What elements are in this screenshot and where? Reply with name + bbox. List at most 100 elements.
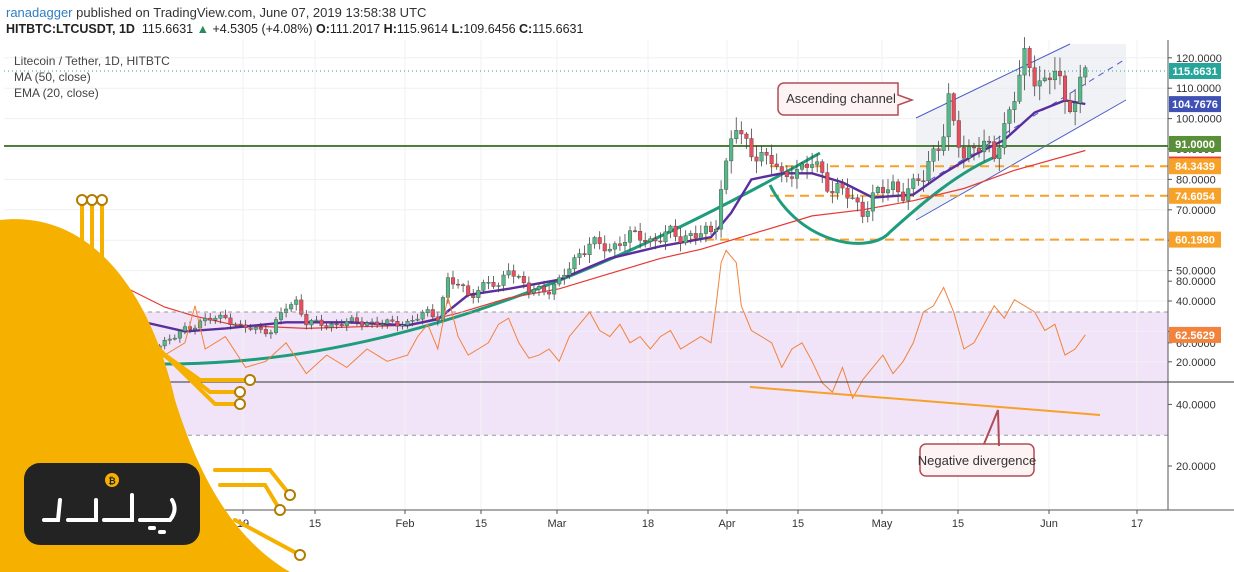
candle bbox=[607, 243, 612, 253]
candle-body bbox=[218, 314, 223, 319]
x-tick-label: Apr bbox=[718, 518, 735, 530]
x-tick-label: 15 bbox=[792, 518, 804, 530]
y-tick-label: 80.0000 bbox=[1176, 174, 1216, 186]
candle-body bbox=[390, 319, 395, 322]
candle-body bbox=[375, 321, 380, 326]
candle-body bbox=[521, 276, 526, 284]
candle-body bbox=[885, 189, 890, 194]
candle-body bbox=[719, 189, 724, 230]
candle bbox=[289, 301, 294, 312]
candle bbox=[628, 226, 633, 251]
candle-body bbox=[496, 285, 501, 287]
candle-body bbox=[400, 324, 405, 327]
candle-body bbox=[779, 166, 784, 172]
candle-body bbox=[714, 228, 719, 233]
candle-body bbox=[855, 197, 860, 203]
chart-legend: Litecoin / Tether, 1D, HITBTC MA (50, cl… bbox=[14, 54, 170, 100]
candle-body bbox=[688, 233, 693, 236]
candle bbox=[951, 92, 956, 126]
candle-body bbox=[628, 230, 633, 243]
candle-body bbox=[395, 321, 400, 327]
candle-body bbox=[172, 337, 177, 340]
candle-body bbox=[678, 236, 683, 244]
candle bbox=[774, 153, 779, 170]
candle-body bbox=[971, 146, 976, 149]
y-tick-label: 20.0000 bbox=[1176, 357, 1216, 369]
candle-body bbox=[1032, 67, 1037, 87]
candle bbox=[476, 286, 481, 303]
candle bbox=[739, 121, 744, 145]
candle-body bbox=[673, 225, 678, 237]
candle bbox=[875, 185, 880, 195]
candle-body bbox=[794, 169, 799, 179]
x-tick-label: 18 bbox=[642, 518, 654, 530]
negative-divergence-label: Negative divergence bbox=[918, 453, 1037, 468]
candle-body bbox=[739, 130, 744, 135]
candle-body bbox=[729, 138, 734, 162]
candle-body bbox=[607, 248, 612, 252]
candle-body bbox=[617, 243, 622, 246]
ascending-channel-label: Ascending channel bbox=[786, 91, 896, 106]
candle-body bbox=[547, 291, 552, 295]
candle-body bbox=[380, 323, 385, 326]
candle bbox=[648, 235, 653, 247]
candle-body bbox=[820, 161, 825, 173]
candle-body bbox=[1063, 75, 1068, 101]
candle-body bbox=[612, 243, 617, 250]
candle bbox=[466, 280, 471, 298]
candle-body bbox=[577, 253, 582, 258]
x-tick-label: 17 bbox=[1131, 518, 1143, 530]
candle bbox=[294, 296, 299, 311]
candle bbox=[622, 233, 627, 252]
candle-body bbox=[162, 339, 167, 347]
candle-body bbox=[987, 140, 992, 143]
candle bbox=[714, 220, 719, 240]
candle bbox=[719, 180, 724, 238]
candle-body bbox=[982, 140, 987, 153]
price-tag-text: 104.7676 bbox=[1172, 99, 1218, 111]
candle-body bbox=[1042, 77, 1047, 82]
candle-body bbox=[279, 312, 284, 320]
candle-body bbox=[815, 161, 820, 165]
rsi-tick-label: 20.0000 bbox=[1176, 461, 1216, 473]
candle-body bbox=[946, 93, 951, 138]
candle-body bbox=[258, 326, 263, 330]
candle-body bbox=[248, 327, 253, 330]
candle-body bbox=[992, 141, 997, 159]
candle-body bbox=[177, 330, 182, 339]
candle-body bbox=[410, 320, 415, 322]
candle-body bbox=[921, 180, 926, 182]
candle bbox=[749, 128, 754, 162]
price-chart[interactable]: 20.000030.000040.000050.000060.000070.00… bbox=[0, 0, 1234, 572]
candle bbox=[683, 230, 688, 246]
candle-body bbox=[339, 324, 344, 327]
candle-body bbox=[405, 320, 410, 326]
candle-body bbox=[602, 243, 607, 252]
candle-body bbox=[703, 225, 708, 234]
candle-body bbox=[349, 317, 354, 322]
candle bbox=[850, 188, 855, 200]
candle-body bbox=[592, 237, 597, 245]
candle-body bbox=[622, 242, 627, 246]
candle-body bbox=[466, 285, 471, 296]
candle bbox=[582, 245, 587, 257]
candle-body bbox=[896, 181, 901, 193]
candle-body bbox=[941, 136, 946, 151]
candle-body bbox=[1007, 109, 1012, 124]
candle-body bbox=[936, 148, 941, 151]
candle-body bbox=[263, 329, 268, 335]
candle-body bbox=[243, 324, 248, 328]
candle-body bbox=[531, 289, 536, 294]
candle-body bbox=[749, 138, 754, 158]
candle-body bbox=[668, 225, 673, 233]
candle-body bbox=[562, 275, 567, 278]
candle-body bbox=[344, 320, 349, 327]
price-tag: 115.6631 bbox=[1169, 62, 1221, 79]
candle bbox=[456, 279, 461, 289]
price-tag: 74.6054 bbox=[1169, 187, 1221, 204]
candle-body bbox=[860, 201, 865, 217]
candle bbox=[901, 182, 906, 204]
candle-body bbox=[638, 230, 643, 241]
candle bbox=[602, 235, 607, 259]
candle-body bbox=[451, 277, 456, 285]
